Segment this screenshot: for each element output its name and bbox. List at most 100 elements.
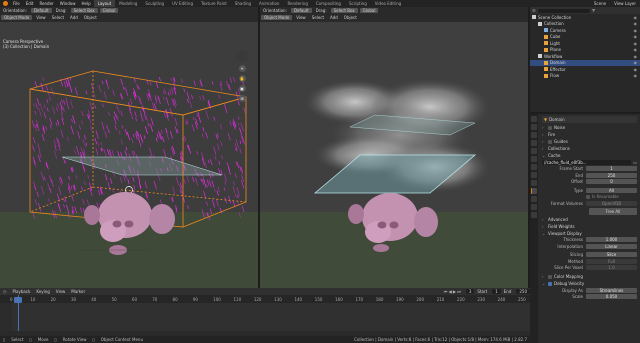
menu-help[interactable]: Help (78, 1, 93, 6)
viewport-left[interactable]: Orientation: Default Drag: Select Box Gl… (0, 7, 258, 288)
menu-select[interactable]: Select (49, 15, 67, 20)
transform-orientation-dropdown[interactable]: Global (99, 8, 119, 13)
frame-start-field[interactable]: 1 (586, 166, 637, 172)
menu-edit[interactable]: Edit (23, 1, 37, 6)
workspace-tab-compositing[interactable]: Compositing (312, 0, 345, 7)
color-mapping-checkbox[interactable] (548, 274, 552, 279)
material-tab-icon[interactable] (531, 212, 537, 218)
scale-field[interactable]: 0.050 (586, 294, 637, 300)
perspective-grid-icon[interactable]: ⊞ (238, 95, 246, 102)
zoom-icon[interactable]: + (238, 65, 246, 72)
slicing-dropdown[interactable]: Slice (586, 252, 637, 258)
world-tab-icon[interactable] (531, 156, 537, 162)
data-tab-icon[interactable] (531, 204, 537, 210)
display-as-dropdown[interactable]: Streamlines (586, 287, 637, 293)
workspace-tab-scripting[interactable]: Scripting (345, 0, 371, 7)
workspace-tab-rendering[interactable]: Rendering (283, 0, 311, 7)
visibility-eye-icon[interactable]: ◉ (634, 21, 640, 26)
format-volumes-dropdown[interactable]: OpenVDB (586, 200, 637, 206)
current-frame-field[interactable]: 3 (465, 289, 475, 294)
outliner-row[interactable]: Workflow ◉ (530, 53, 640, 60)
is-resumable-checkbox[interactable] (586, 194, 590, 199)
workspace-tab-layout[interactable]: Layout (93, 0, 116, 7)
filter-icon[interactable]: ⧩ (592, 8, 596, 13)
particles-tab-icon[interactable] (531, 180, 537, 186)
workspace-tab-uv-editing[interactable]: UV Editing (168, 0, 197, 7)
axis-gizmo-icon[interactable] (236, 50, 248, 62)
visibility-eye-icon[interactable]: ◉ (634, 47, 640, 52)
outliner-row[interactable]: Collection ◉ (530, 21, 640, 28)
object-name[interactable]: Domain (549, 117, 565, 122)
type-dropdown[interactable]: All (586, 187, 637, 193)
pan-hand-icon[interactable]: ✋ (238, 75, 246, 82)
visibility-eye-icon[interactable]: ◉ (634, 41, 640, 46)
offset-field[interactable]: 0 (586, 179, 637, 185)
menu-add[interactable]: Add (327, 15, 341, 20)
render-tab-icon[interactable] (531, 124, 537, 130)
panel-cache[interactable]: ⌄ Cache (542, 152, 637, 159)
start-frame-field[interactable]: 1 (492, 289, 501, 294)
menu-view[interactable]: View (293, 15, 309, 20)
object-tab-icon[interactable] (531, 164, 537, 170)
panel-color-mapping[interactable]: › Color Mapping (542, 273, 637, 280)
outliner-row[interactable]: Flow ◉ (530, 73, 640, 80)
visibility-eye-icon[interactable]: ◉ (634, 60, 640, 65)
menu-file[interactable]: File (10, 1, 23, 6)
view-layer-selector[interactable]: View Layer (610, 1, 640, 6)
menu-object[interactable]: Object (81, 15, 100, 20)
orientation-dropdown[interactable]: Default (290, 8, 312, 13)
timeline-track[interactable] (0, 295, 530, 331)
frame-end-field[interactable]: 250 (586, 172, 637, 178)
physics-tab-icon[interactable] (531, 188, 537, 194)
outliner-search-input[interactable] (537, 8, 590, 13)
panel-guides[interactable]: › Guides (542, 138, 637, 145)
debug-velocity-checkbox[interactable] (548, 281, 552, 286)
panel-collections[interactable]: › Collections (542, 145, 637, 152)
folder-icon[interactable]: ▭ (631, 160, 637, 165)
orientation-dropdown[interactable]: Default (30, 8, 52, 13)
view-menu[interactable]: View (53, 289, 69, 294)
visibility-eye-icon[interactable]: ◉ (634, 73, 640, 78)
menu-add[interactable]: Add (67, 15, 81, 20)
blender-logo-icon[interactable] (3, 1, 8, 6)
drag-dropdown[interactable]: Select Box (70, 8, 98, 13)
panel-advanced[interactable]: › Advanced (542, 216, 637, 223)
end-frame-field[interactable]: 250 (516, 289, 530, 294)
tool-tab-icon[interactable] (531, 116, 537, 122)
slice-per-voxel-field[interactable]: 1.0 (586, 265, 637, 271)
menu-view[interactable]: View (33, 15, 49, 20)
visibility-eye-icon[interactable]: ◉ (634, 67, 640, 72)
workspace-tab-texture-paint[interactable]: Texture Paint (197, 0, 231, 7)
keying-menu[interactable]: Keying (33, 289, 52, 294)
modifier-tab-icon[interactable] (531, 172, 537, 178)
output-tab-icon[interactable] (531, 132, 537, 138)
outliner-row[interactable]: Scene Collection ◉ (530, 14, 640, 21)
playback-menu[interactable]: Playback (10, 289, 34, 294)
display-mode-icon[interactable]: ☰ (532, 8, 536, 13)
menu-select[interactable]: Select (309, 15, 327, 20)
workspace-tab-video-editing[interactable]: Video Editing (371, 0, 405, 7)
visibility-eye-icon[interactable]: ◉ (634, 54, 640, 59)
noise-checkbox[interactable] (548, 125, 552, 130)
panel-noise[interactable]: › Noise (542, 124, 637, 131)
panel-viewport-display[interactable]: ⌄ Viewport Display (542, 230, 637, 237)
panel-field-weights[interactable]: › Field Weights (542, 223, 637, 230)
workspace-tab-modeling[interactable]: Modeling (115, 0, 141, 7)
visibility-eye-icon[interactable]: ◉ (634, 34, 640, 39)
marker-menu[interactable]: Marker (68, 289, 88, 294)
menu-render[interactable]: Render (36, 1, 56, 6)
visibility-eye-icon[interactable]: ◉ (634, 28, 640, 33)
timeline-ruler[interactable]: 0 10 20 30 40 50 60 70 80 90 100 110 120 130 140 150 160… (0, 295, 530, 303)
constraints-tab-icon[interactable] (531, 196, 537, 202)
menu-window[interactable]: Window (57, 1, 79, 6)
scene-selector[interactable]: Scene (590, 1, 610, 6)
panel-fire[interactable]: › Fire (542, 131, 637, 138)
workspace-tab-animation[interactable]: Animation (255, 0, 283, 7)
panel-debug-velocity[interactable]: ⌄ Debug Velocity (542, 280, 637, 287)
editor-type-icon[interactable]: ◷ (0, 289, 10, 294)
drag-dropdown[interactable]: Select Box (330, 8, 358, 13)
free-all-button[interactable]: Free All (589, 207, 637, 215)
scene-tab-icon[interactable] (531, 148, 537, 154)
workspace-tab-shading[interactable]: Shading (231, 0, 255, 7)
mode-dropdown[interactable]: Object Mode (1, 15, 33, 20)
